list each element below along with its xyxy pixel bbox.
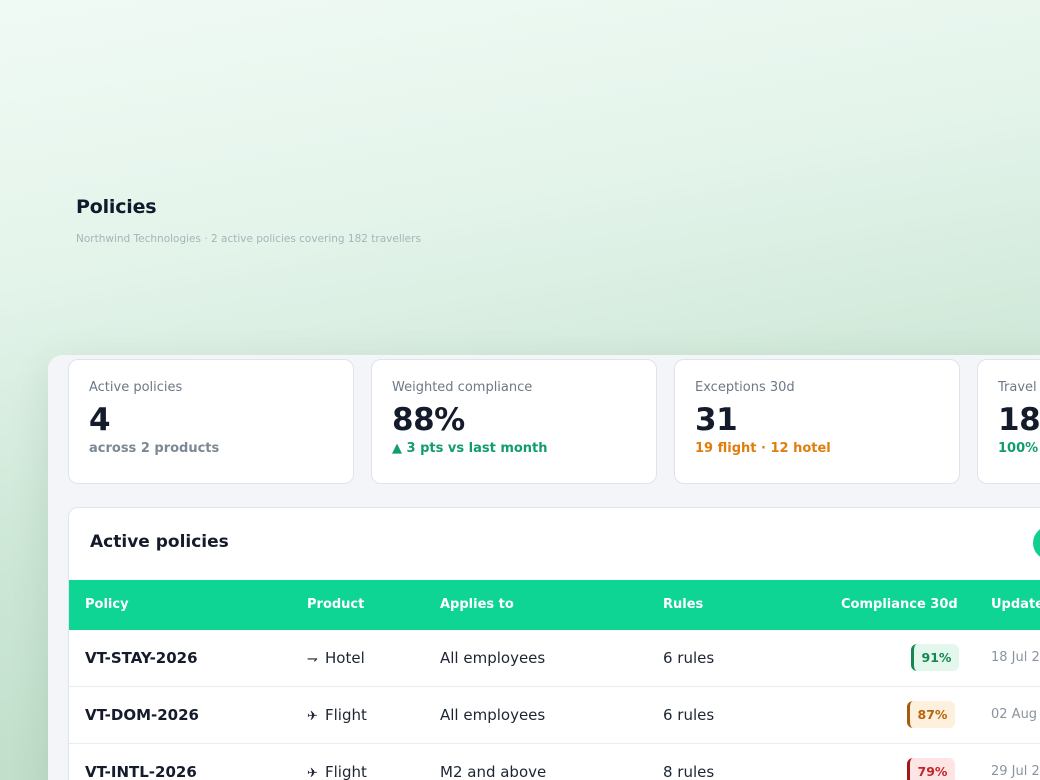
policy-code[interactable]: VT-INTL-2026 (85, 744, 197, 780)
kpi-value: 31 (695, 402, 738, 438)
kpi-label: Travel (998, 380, 1037, 395)
dashboard-panel: Active policies 4 across 2 products Weig… (48, 355, 1040, 780)
applies-to: M2 and above (440, 763, 547, 780)
applies-to: All employees (440, 649, 546, 667)
table-row[interactable]: VT-DOM-2026 ✈ Flight All employees 6 rule… (69, 687, 1040, 744)
kpi-note: across 2 products (89, 441, 220, 456)
compliance-badge: 91% (911, 644, 959, 671)
compliance-badge: 79% (907, 758, 955, 780)
add-policy-button[interactable] (1033, 526, 1040, 560)
rules-count: 6 rules (663, 649, 715, 667)
policy-code[interactable]: VT-STAY-2026 (85, 630, 198, 686)
kpi-value: 4 (89, 402, 111, 438)
page-subtitle: Northwind Technologies · 2 active polici… (76, 233, 421, 245)
page-header: Policies Northwind Technologies · 2 acti… (76, 196, 421, 245)
kpi-card-active-policies: Active policies 4 across 2 products (68, 359, 354, 484)
rules-count: 6 rules (663, 706, 715, 724)
column-header-updated[interactable]: Update (991, 580, 1040, 630)
kpi-note: 100% c (998, 441, 1040, 456)
product-cell: ⇁ Hotel (307, 630, 365, 686)
column-header-product[interactable]: Product (307, 580, 364, 630)
table-row[interactable]: VT-STAY-2026 ⇁ Hotel All employees 6 rule… (69, 630, 1040, 687)
table-header: Policy Product Applies to Rules Complian… (69, 580, 1040, 630)
kpi-label: Exceptions 30d (695, 380, 795, 395)
page-title: Policies (76, 196, 157, 218)
product-label: Flight (325, 706, 367, 724)
updated-date: 29 Jul 2 (991, 764, 1040, 779)
product-cell: ✈ Flight (307, 744, 367, 780)
kpi-note: 19 flight · 12 hotel (695, 441, 831, 456)
applies-to: All employees (440, 706, 546, 724)
column-header-policy[interactable]: Policy (85, 580, 129, 630)
plane-icon: ✈ (307, 766, 318, 780)
table-row[interactable]: VT-INTL-2026 ✈ Flight M2 and above 8 rule… (69, 744, 1040, 780)
plane-icon: ✈ (307, 709, 318, 724)
product-label: Hotel (325, 649, 365, 667)
rules-count: 8 rules (663, 763, 715, 780)
kpi-trend-note: ▲ 3 pts vs last month (392, 441, 548, 456)
kpi-card-exceptions: Exceptions 30d 31 19 flight · 12 hotel (674, 359, 960, 484)
hotel-icon: ⇁ (307, 652, 318, 667)
active-policies-card: Active policies Policy Product Applies t… (68, 507, 1040, 780)
column-header-compliance[interactable]: Compliance 30d (841, 580, 958, 630)
updated-date: 18 Jul 2 (991, 650, 1040, 665)
kpi-value: 182 (998, 402, 1040, 438)
card-title: Active policies (90, 532, 229, 552)
kpi-label: Active policies (89, 380, 183, 395)
product-label: Flight (325, 763, 367, 780)
compliance-badge: 87% (907, 701, 955, 728)
product-cell: ✈ Flight (307, 687, 367, 743)
kpi-card-weighted-compliance: Weighted compliance 88% ▲ 3 pts vs last … (371, 359, 657, 484)
kpi-card-travellers: Travel 182 100% c (977, 359, 1040, 484)
kpi-value: 88% (392, 402, 465, 438)
kpi-label: Weighted compliance (392, 380, 533, 395)
policy-code[interactable]: VT-DOM-2026 (85, 687, 199, 743)
column-header-applies-to[interactable]: Applies to (440, 580, 514, 630)
column-header-rules[interactable]: Rules (663, 580, 703, 630)
updated-date: 02 Aug (991, 707, 1038, 722)
